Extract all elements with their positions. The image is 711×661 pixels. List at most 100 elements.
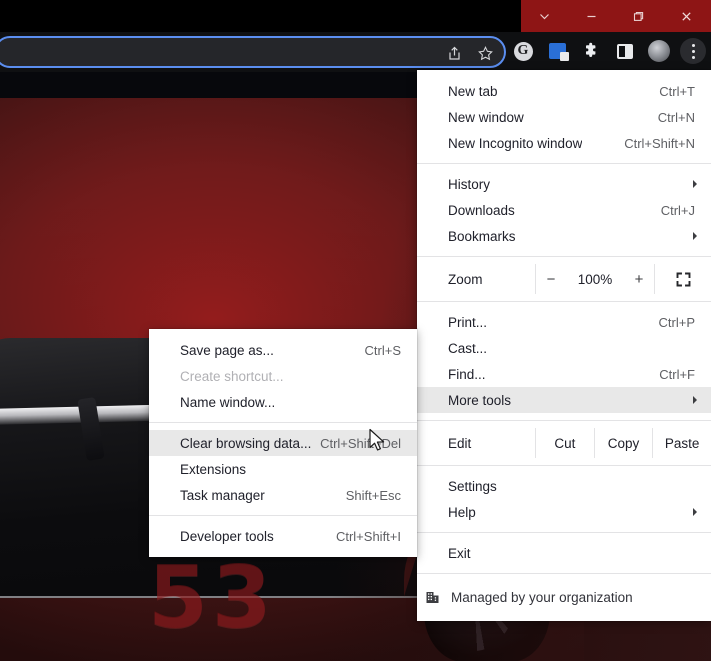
menu-item-label: Name window...: [180, 395, 275, 410]
managed-by-organization-row[interactable]: Managed by your organization: [417, 581, 711, 613]
menu-item-label: New window: [448, 110, 524, 125]
menu-item-label: Save page as...: [180, 343, 274, 358]
zoom-out-button[interactable]: −: [543, 271, 559, 288]
edit-label: Edit: [417, 436, 535, 451]
menu-item-label: Clear browsing data...: [180, 436, 311, 451]
menu-item-more-tools[interactable]: More tools: [417, 387, 711, 413]
menu-item-label: Find...: [448, 367, 486, 382]
menu-item-accelerator: Ctrl+F: [659, 367, 697, 382]
submenu-item-name-window[interactable]: Name window...: [149, 389, 417, 415]
submenu-item-developer-tools[interactable]: Developer tools Ctrl+Shift+I: [149, 523, 417, 549]
menu-separator: [417, 465, 711, 466]
menu-item-accelerator: Shift+Esc: [346, 488, 403, 503]
menu-item-label: Downloads: [448, 203, 515, 218]
menu-item-new-window[interactable]: New window Ctrl+N: [417, 104, 711, 130]
menu-item-settings[interactable]: Settings: [417, 473, 711, 499]
more-tools-submenu[interactable]: Save page as... Ctrl+S Create shortcut..…: [149, 329, 417, 557]
menu-item-accelerator: Ctrl+N: [658, 110, 697, 125]
zoom-level-value: 100%: [577, 272, 613, 287]
menu-item-label: More tools: [448, 393, 511, 408]
menu-separator: [417, 573, 711, 574]
browser-window: 53: [0, 0, 711, 661]
minimize-button[interactable]: [568, 0, 615, 32]
menu-item-label: Developer tools: [180, 529, 274, 544]
submenu-item-clear-browsing-data[interactable]: Clear browsing data... Ctrl+Shift+Del: [149, 430, 417, 456]
menu-item-label: New tab: [448, 84, 498, 99]
chrome-main-menu[interactable]: New tab Ctrl+T New window Ctrl+N New Inc…: [417, 70, 711, 621]
menu-item-history[interactable]: History: [417, 171, 711, 197]
menu-item-label: History: [448, 177, 490, 192]
chrome-menu-kebab-icon[interactable]: [679, 37, 707, 65]
fullscreen-button[interactable]: [655, 272, 711, 287]
window-controls: [521, 0, 711, 32]
menu-item-label: Exit: [448, 546, 471, 561]
toolbar-action-icons: G: [509, 37, 707, 65]
submenu-item-extensions[interactable]: Extensions: [149, 456, 417, 482]
chevron-down-button[interactable]: [521, 0, 568, 32]
menu-item-accelerator: Ctrl+Shift+I: [336, 529, 403, 544]
side-panel-icon[interactable]: [611, 37, 639, 65]
cut-button[interactable]: Cut: [536, 436, 594, 451]
menu-item-downloads[interactable]: Downloads Ctrl+J: [417, 197, 711, 223]
zoom-controls: − 100% +: [536, 271, 654, 288]
menu-item-accelerator: Ctrl+Shift+Del: [320, 436, 403, 451]
menu-item-label: Cast...: [448, 341, 487, 356]
managed-by-organization-label: Managed by your organization: [451, 590, 633, 605]
menu-separator: [149, 515, 417, 516]
menu-item-label: Task manager: [180, 488, 265, 503]
menu-separator: [417, 301, 711, 302]
menu-item-new-tab[interactable]: New tab Ctrl+T: [417, 78, 711, 104]
menu-item-new-incognito-window[interactable]: New Incognito window Ctrl+Shift+N: [417, 130, 711, 156]
menu-item-accelerator: Ctrl+T: [659, 84, 697, 99]
paste-button[interactable]: Paste: [653, 436, 711, 451]
submenu-arrow-icon: [693, 180, 697, 188]
copy-button[interactable]: Copy: [595, 436, 653, 451]
organization-building-icon: [425, 590, 440, 605]
grammarly-extension-icon[interactable]: G: [509, 37, 537, 65]
menu-separator: [149, 422, 417, 423]
title-bar: [0, 0, 711, 32]
menu-item-accelerator: Ctrl+S: [365, 343, 403, 358]
zoom-row: Zoom − 100% +: [417, 264, 711, 294]
profile-avatar[interactable]: [645, 37, 673, 65]
address-bar[interactable]: [0, 36, 506, 68]
menu-item-cast[interactable]: Cast...: [417, 335, 711, 361]
submenu-item-save-page-as[interactable]: Save page as... Ctrl+S: [149, 337, 417, 363]
extensions-puzzle-icon[interactable]: [577, 37, 605, 65]
menu-item-bookmarks[interactable]: Bookmarks: [417, 223, 711, 249]
menu-item-accelerator: Ctrl+P: [659, 315, 697, 330]
menu-item-label: Extensions: [180, 462, 246, 477]
menu-separator: [417, 256, 711, 257]
menu-separator: [417, 420, 711, 421]
menu-item-help[interactable]: Help: [417, 499, 711, 525]
menu-item-label: Settings: [448, 479, 497, 494]
menu-item-label: Bookmarks: [448, 229, 516, 244]
menu-item-print[interactable]: Print... Ctrl+P: [417, 309, 711, 335]
menu-item-label: Print...: [448, 315, 487, 330]
submenu-arrow-icon: [693, 232, 697, 240]
bookmark-star-icon[interactable]: [477, 45, 494, 67]
menu-separator: [417, 163, 711, 164]
submenu-item-task-manager[interactable]: Task manager Shift+Esc: [149, 482, 417, 508]
submenu-arrow-icon: [693, 396, 697, 404]
extension-blue-icon[interactable]: [543, 37, 571, 65]
menu-item-label: Create shortcut...: [180, 369, 284, 384]
tab-strip[interactable]: [0, 0, 524, 32]
zoom-in-button[interactable]: +: [631, 271, 647, 288]
omnibox-icons: [446, 45, 494, 67]
submenu-item-create-shortcut: Create shortcut...: [149, 363, 417, 389]
menu-item-accelerator: Ctrl+Shift+N: [624, 136, 697, 151]
menu-separator: [417, 532, 711, 533]
restore-button[interactable]: [615, 0, 662, 32]
menu-item-accelerator: Ctrl+J: [661, 203, 697, 218]
submenu-arrow-icon: [693, 508, 697, 516]
edit-row: Edit Cut Copy Paste: [417, 428, 711, 458]
close-button[interactable]: [662, 0, 711, 32]
menu-item-find[interactable]: Find... Ctrl+F: [417, 361, 711, 387]
share-icon[interactable]: [446, 45, 463, 67]
menu-item-exit[interactable]: Exit: [417, 540, 711, 566]
menu-item-label: Help: [448, 505, 476, 520]
browser-toolbar: G: [0, 32, 711, 72]
zoom-label: Zoom: [417, 272, 535, 287]
menu-item-label: New Incognito window: [448, 136, 582, 151]
